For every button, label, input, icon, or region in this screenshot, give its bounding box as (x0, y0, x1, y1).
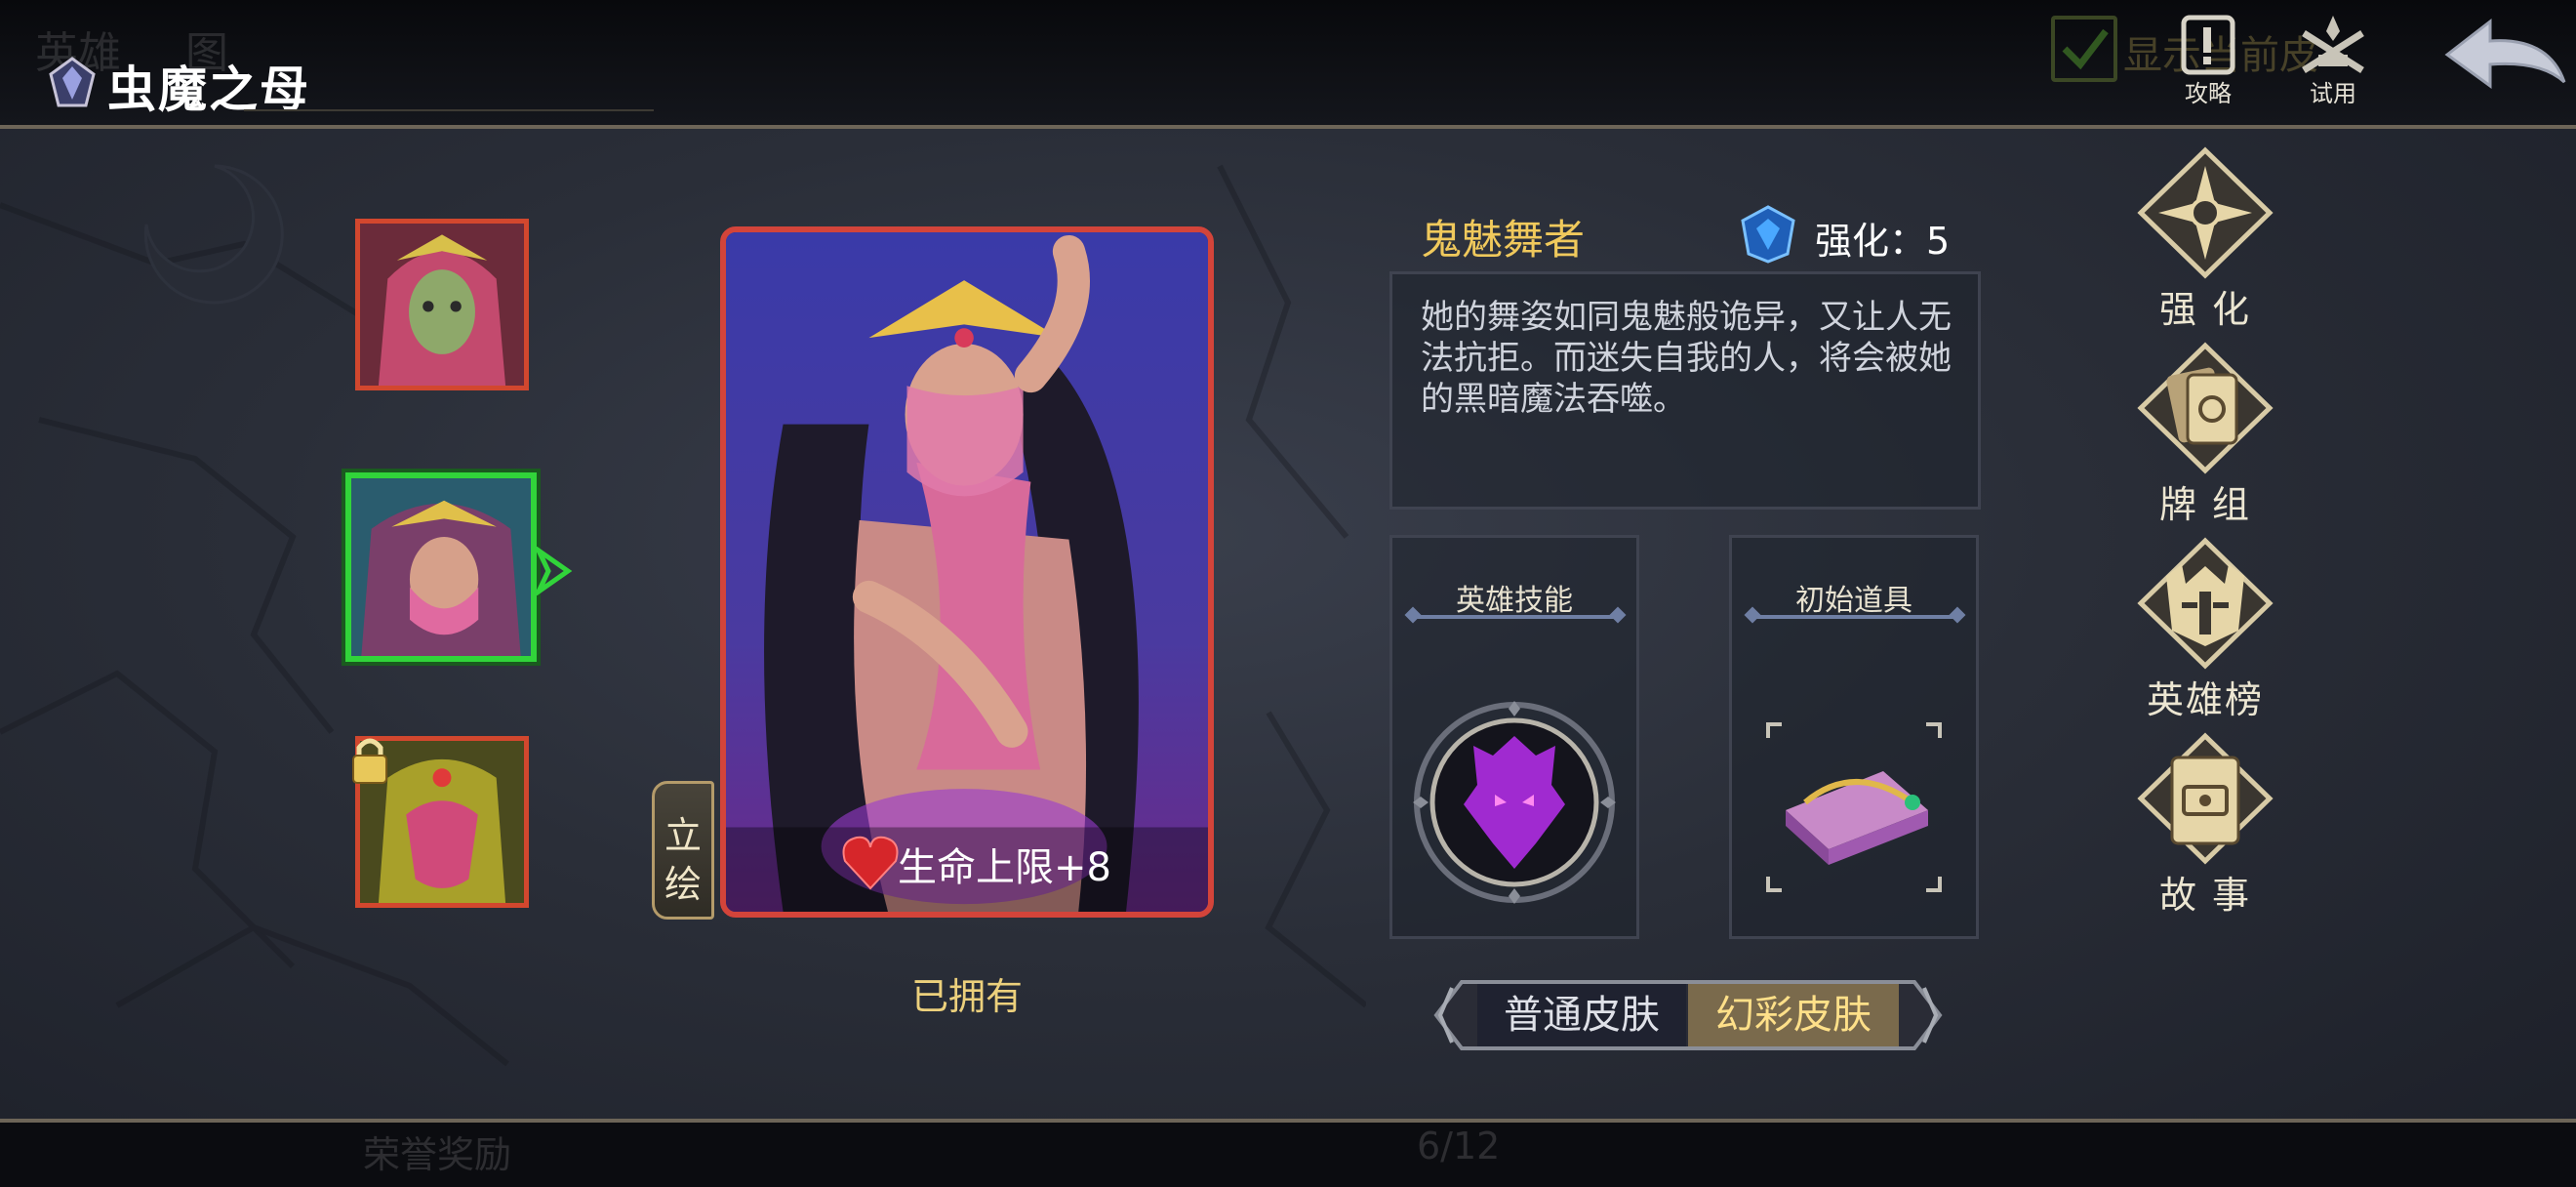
strategy-icon (2181, 15, 2235, 75)
strategy-button[interactable]: 攻略 (2154, 12, 2262, 109)
check-icon (2062, 28, 2109, 70)
enhance-menu-button[interactable]: 强 化 (2127, 146, 2283, 342)
story-menu-label: 故 事 (2158, 874, 2252, 917)
strategy-label: 攻略 (2185, 80, 2232, 107)
hero-skin-1-art (360, 224, 524, 386)
hero-skill-icon[interactable] (1409, 697, 1620, 908)
lock-icon (352, 738, 387, 784)
story-menu-button[interactable]: 故 事 (2127, 732, 2283, 927)
ghost-honor-reward: 荣誉奖励 (363, 1133, 512, 1176)
hero-skin-2-art (351, 478, 531, 656)
trial-label: 试用 (2310, 80, 2356, 107)
hero-crest-icon (49, 57, 96, 107)
hp-bonus-text: 生命上限+8 (898, 845, 1111, 890)
skin-name: 鬼魅舞者 (1421, 216, 1586, 264)
helmet-icon (2137, 537, 2274, 670)
title-underline (244, 109, 654, 117)
selected-arrow-icon (535, 547, 573, 595)
hero-ranking-menu-label: 英雄榜 (2146, 678, 2264, 721)
show-current-skin-checkbox[interactable] (2051, 16, 2117, 82)
fantasy-skin-tab[interactable]: 幻彩皮肤 (1688, 984, 1899, 1046)
trial-button[interactable]: 试用 (2279, 12, 2387, 109)
deck-menu-label: 牌 组 (2158, 483, 2252, 526)
ghost-page-indicator: 6/12 (1417, 1125, 1501, 1167)
owned-status: 已拥有 (911, 975, 1024, 1018)
illustration-tab-char-2: 绘 (664, 863, 702, 906)
compass-star-icon (2137, 146, 2274, 279)
deck-menu-button[interactable]: 牌 组 (2127, 342, 2283, 537)
card-deck-icon (2137, 342, 2274, 474)
enhance-level: 强化：5 (1815, 220, 1951, 263)
enhance-menu-label: 强 化 (2158, 288, 2252, 331)
dancer-illustration (726, 232, 1208, 912)
book-icon (2137, 732, 2274, 865)
illustration-tab[interactable]: 立 绘 (652, 781, 714, 920)
skin-description: 她的舞姿如同鬼魅般诡异，又让人无法抗拒。而迷失自我的人，将会被她的黑暗魔法吞噬。 (1421, 298, 1952, 419)
hero-skin-portrait-1[interactable] (355, 219, 529, 390)
hero-skin-portrait-2[interactable] (345, 472, 537, 662)
trial-icon (2302, 16, 2364, 73)
enhance-gem-icon (1741, 205, 1795, 264)
starting-item-title: 初始道具 (1795, 584, 1912, 618)
illustration-tab-char-1: 立 (664, 814, 702, 857)
starting-item-icon[interactable] (1766, 722, 1942, 892)
normal-skin-tab[interactable]: 普通皮肤 (1477, 984, 1686, 1046)
hero-skill-title: 英雄技能 (1456, 584, 1573, 618)
skin-card-illustration (720, 226, 1214, 918)
hero-ranking-menu-button[interactable]: 英雄榜 (2127, 537, 2283, 732)
starting-item-divider (1752, 615, 1957, 619)
hero-skill-divider (1413, 615, 1618, 619)
back-arrow-icon[interactable] (2439, 12, 2576, 100)
